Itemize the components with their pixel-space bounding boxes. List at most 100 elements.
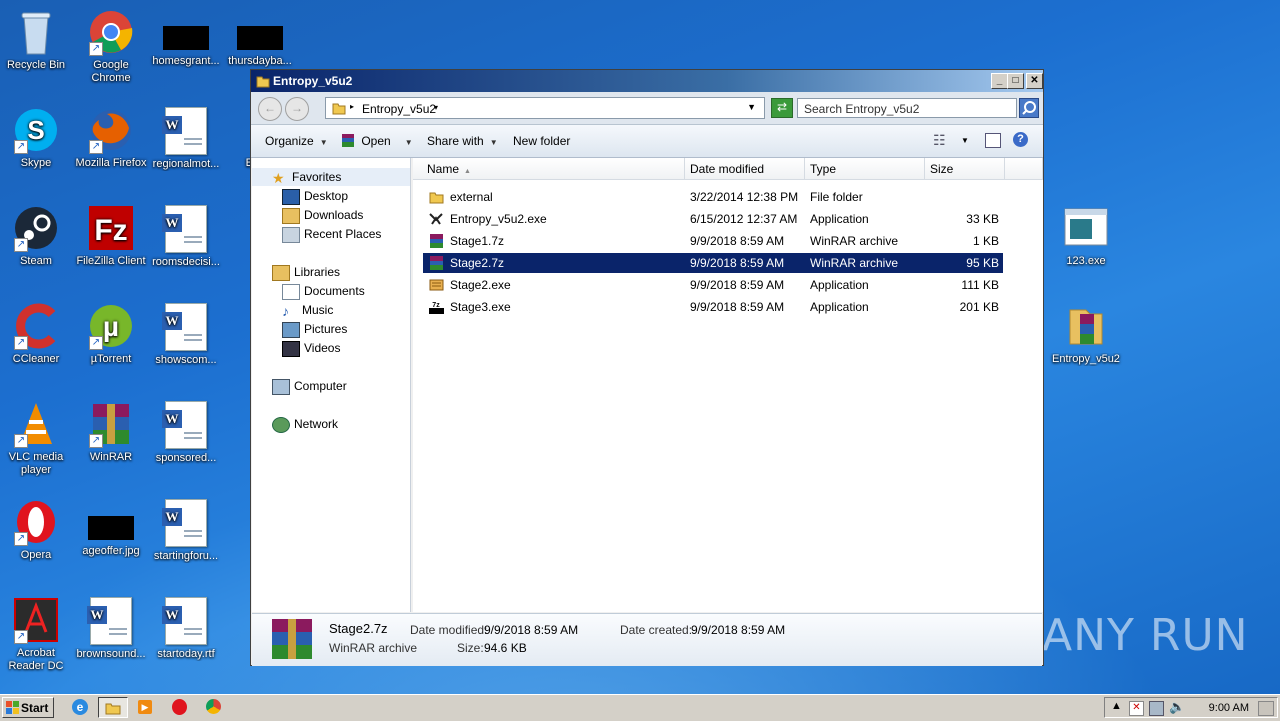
desktop-icon-showscom[interactable]: W showscom... bbox=[148, 302, 224, 367]
breadcrumb-arrow-icon[interactable]: ▸ bbox=[350, 102, 354, 111]
share-with-button[interactable]: Share with ▼ bbox=[427, 134, 498, 148]
documents-icon bbox=[282, 283, 300, 300]
column-header-extra[interactable] bbox=[1005, 158, 1043, 180]
file-name: external bbox=[450, 190, 493, 204]
refresh-button[interactable]: ⇄ bbox=[771, 98, 793, 118]
recent-places-icon bbox=[282, 226, 300, 243]
clock[interactable]: 9:00 AM bbox=[1209, 702, 1249, 714]
opera-taskbar-icon[interactable] bbox=[172, 699, 187, 715]
file-row-selected[interactable]: Stage2.7z 9/9/2018 8:59 AM WinRAR archiv… bbox=[423, 253, 1003, 273]
nav-favorites[interactable]: ★ Favorites bbox=[252, 168, 410, 186]
show-hidden-icons-icon[interactable]: ▲ bbox=[1111, 700, 1122, 712]
title-bar[interactable]: Entropy_v5u2 _ □ ✕ bbox=[251, 70, 1043, 92]
nav-recent-places[interactable]: Recent Places bbox=[282, 225, 381, 243]
details-filetype: WinRAR archive bbox=[329, 641, 418, 655]
nav-videos[interactable]: Videos bbox=[282, 339, 340, 357]
nav-music[interactable]: ♪ Music bbox=[282, 301, 333, 319]
desktop-icon-thursdayba[interactable]: thursdayba... bbox=[222, 8, 298, 68]
chrome-taskbar-icon[interactable] bbox=[206, 699, 221, 714]
desktop-icon-label: brownsound... bbox=[76, 648, 146, 660]
open-button[interactable]: Open ▼ bbox=[341, 134, 413, 148]
new-folder-button[interactable]: New folder bbox=[513, 134, 570, 148]
desktop-icon-startingforu[interactable]: W startingforu... bbox=[148, 498, 224, 563]
desktop-icon-recycle-bin[interactable]: Recycle Bin bbox=[0, 8, 74, 72]
desktop-icon-roomsdecisi[interactable]: W roomsdecisi... bbox=[148, 204, 224, 269]
desktop-icon-filezilla[interactable]: Fz FileZilla Client bbox=[73, 204, 149, 268]
desktop-icon-label: FileZilla Client bbox=[76, 255, 146, 267]
address-dropdown-icon[interactable]: ▼ bbox=[747, 102, 756, 112]
file-row[interactable]: Entropy_v5u2.exe 6/15/2012 12:37 AM Appl… bbox=[423, 209, 1003, 229]
exe-icon bbox=[1062, 204, 1110, 252]
desktop-icon-entropy-folder[interactable]: Entropy_v5u2 bbox=[1048, 302, 1124, 366]
network-tray-icon[interactable] bbox=[1149, 701, 1164, 716]
file-row[interactable]: external 3/22/2014 12:38 PM File folder bbox=[423, 187, 1003, 207]
desktop-icon-utorrent[interactable]: µ ↗ µTorrent bbox=[73, 302, 149, 366]
explorer-taskbar-button[interactable] bbox=[98, 697, 128, 718]
breadcrumb[interactable]: Entropy_v5u2 bbox=[362, 102, 436, 116]
back-button[interactable]: ← bbox=[258, 97, 282, 121]
desktop-icon-winrar[interactable]: ↗ WinRAR bbox=[73, 400, 149, 464]
desktop-icon-ccleaner[interactable]: ↗ CCleaner bbox=[0, 302, 74, 366]
column-header-name[interactable]: Name ▲ bbox=[413, 158, 685, 180]
view-dropdown-icon[interactable]: ▼ bbox=[961, 136, 969, 145]
organize-button[interactable]: Organize ▼ bbox=[265, 134, 328, 148]
column-header-date[interactable]: Date modified bbox=[685, 158, 805, 180]
desktop-icon-123exe[interactable]: 123.exe bbox=[1048, 204, 1124, 268]
desktop-icon-vlc[interactable]: ↗ VLC media player bbox=[0, 400, 74, 477]
desktop-icon-homesgrant[interactable]: homesgrant... bbox=[148, 8, 224, 68]
maximize-button[interactable]: □ bbox=[1007, 73, 1024, 89]
details-pane: Stage2.7z WinRAR archive Date modified: … bbox=[252, 613, 1042, 666]
desktop-icon-label: Opera bbox=[20, 549, 52, 561]
desktop-icon-acrobat[interactable]: ↗ Acrobat Reader DC bbox=[0, 596, 74, 673]
media-player-icon[interactable]: ▶ bbox=[138, 700, 152, 714]
nav-computer[interactable]: Computer bbox=[272, 377, 347, 395]
word-doc-icon: W bbox=[162, 205, 210, 253]
chevron-down-icon: ▼ bbox=[404, 138, 413, 147]
desktop-icon-brownsound[interactable]: W brownsound... bbox=[73, 596, 149, 661]
file-name: Stage3.exe bbox=[450, 300, 511, 314]
nav-network[interactable]: Network bbox=[272, 415, 338, 433]
nav-desktop[interactable]: Desktop bbox=[282, 187, 348, 205]
desktop-icon-skype[interactable]: S ↗ Skype bbox=[0, 106, 74, 170]
search-input[interactable]: Search Entropy_v5u2 bbox=[797, 98, 1017, 118]
close-button[interactable]: ✕ bbox=[1026, 73, 1043, 89]
winrar-icon: ↗ bbox=[87, 400, 135, 448]
nav-libraries[interactable]: Libraries bbox=[272, 263, 340, 281]
desktop-icon-firefox[interactable]: ↗ Mozilla Firefox bbox=[73, 106, 149, 170]
start-button[interactable]: Start bbox=[2, 697, 54, 718]
desktop-icon-startoday[interactable]: W startoday.rtf bbox=[148, 596, 224, 661]
forward-button[interactable]: → bbox=[285, 97, 309, 121]
desktop-icon-label: showscom... bbox=[155, 354, 217, 366]
chevron-down-icon[interactable]: ▾ bbox=[434, 103, 438, 112]
column-header-size[interactable]: Size bbox=[925, 158, 1005, 180]
file-row[interactable]: Stage2.exe 9/9/2018 8:59 AM Application … bbox=[423, 275, 1003, 295]
file-row[interactable]: 7z Stage3.exe 9/9/2018 8:59 AM Applicati… bbox=[423, 297, 1003, 317]
address-box[interactable]: ▸ Entropy_v5u2 ▾ ▼ bbox=[325, 97, 765, 119]
desktop-icon-ageoffer[interactable]: ageoffer.jpg bbox=[73, 498, 149, 558]
details-date-created: 9/9/2018 8:59 AM bbox=[691, 623, 786, 637]
ie-icon[interactable]: e bbox=[72, 699, 88, 715]
minimize-button[interactable]: _ bbox=[991, 73, 1008, 89]
volume-icon[interactable]: 🔈 bbox=[1169, 699, 1185, 715]
help-icon[interactable]: ? bbox=[1013, 132, 1028, 147]
utorrent-icon: µ ↗ bbox=[87, 302, 135, 350]
column-header-type[interactable]: Type bbox=[805, 158, 925, 180]
details-filename: Stage2.7z bbox=[329, 621, 388, 636]
nav-documents[interactable]: Documents bbox=[282, 282, 365, 300]
action-center-icon[interactable]: ✕ bbox=[1129, 701, 1144, 716]
desktop-icon-steam[interactable]: ↗ Steam bbox=[0, 204, 74, 268]
desktop-icon-opera[interactable]: ↗ Opera bbox=[0, 498, 74, 562]
desktop-icon-regionalmot[interactable]: W regionalmot... bbox=[148, 106, 224, 171]
search-placeholder: Search Entropy_v5u2 bbox=[804, 102, 920, 116]
desktop-icon-chrome[interactable]: ↗ Google Chrome bbox=[73, 8, 149, 85]
search-icon[interactable] bbox=[1019, 98, 1039, 118]
view-options-icon[interactable]: ☷ bbox=[933, 132, 946, 149]
file-date: 3/22/2014 12:38 PM bbox=[690, 190, 799, 204]
preview-pane-icon[interactable] bbox=[985, 133, 1001, 148]
show-desktop-button[interactable] bbox=[1258, 701, 1274, 716]
file-row[interactable]: Stage1.7z 9/9/2018 8:59 AM WinRAR archiv… bbox=[423, 231, 1003, 251]
desktop-icon-label: Skype bbox=[20, 157, 52, 169]
nav-pictures[interactable]: Pictures bbox=[282, 320, 347, 338]
nav-downloads[interactable]: Downloads bbox=[282, 206, 363, 224]
desktop-icon-sponsored[interactable]: W sponsored... bbox=[148, 400, 224, 465]
